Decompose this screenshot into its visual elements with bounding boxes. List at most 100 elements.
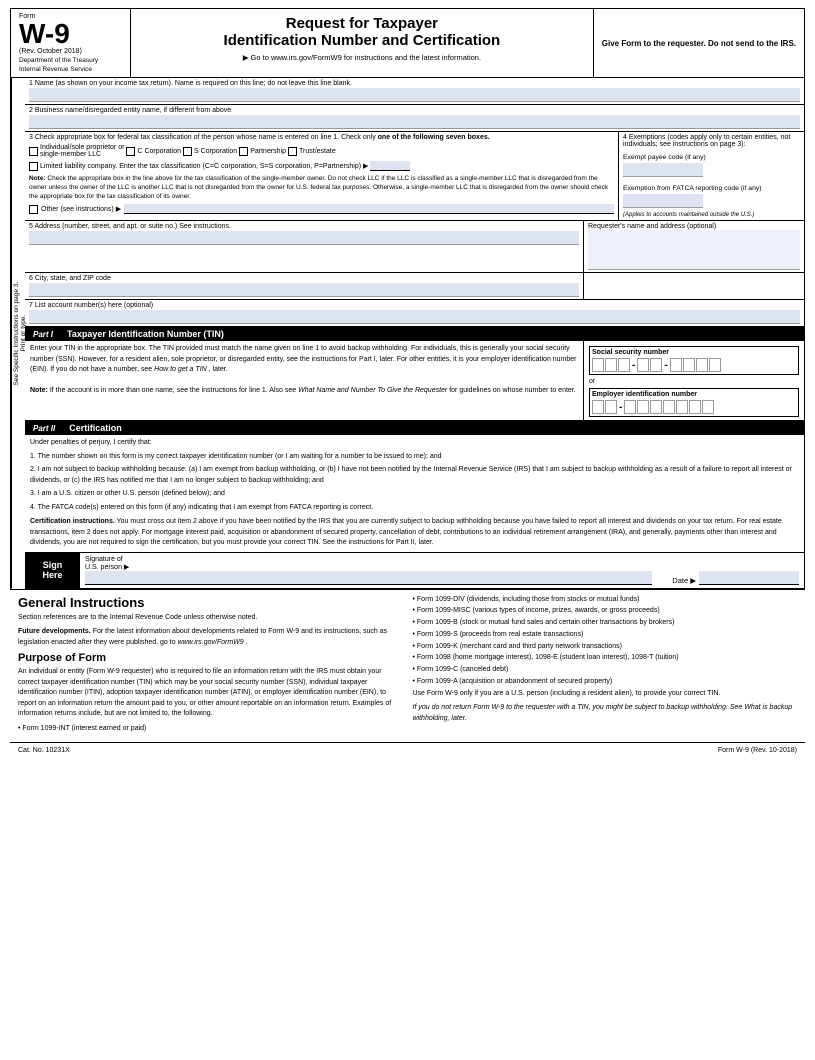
irs-url-line: ▶ Go to www.irs.gov/FormW9 for instructi… <box>141 53 583 62</box>
line6-input[interactable] <box>29 283 579 297</box>
ein-digit-4[interactable] <box>637 400 649 414</box>
date-input[interactable] <box>699 571 799 585</box>
class-ccorp-label: C Corporation <box>137 148 181 155</box>
future-url: www.irs.gov/FormW9 <box>178 639 244 646</box>
cat-num: Cat. No. 10231X <box>18 747 70 754</box>
line1-input[interactable] <box>29 88 800 102</box>
bullet-1099k: • Form 1099-K (merchant card and third p… <box>413 642 798 652</box>
ssn-digit-7[interactable] <box>683 358 695 372</box>
line6-row: 6 City, state, and ZIP code <box>25 273 804 300</box>
bullet-1099s: • Form 1099-S (proceeds from real estate… <box>413 630 798 640</box>
fatca-input[interactable] <box>623 194 703 208</box>
sign-label-1: Sign <box>31 560 74 570</box>
exempt-payee-block: Exempt payee code (if any) <box>623 154 800 177</box>
bullet-1099c: • Form 1099-C (canceled debt) <box>413 665 798 675</box>
sign-here-label: Sign Here <box>25 553 80 588</box>
cert-item-2: 2. I am not subject to backup withholdin… <box>30 465 799 486</box>
bullet-1099b: • Form 1099-B (stock or mutual fund sale… <box>413 618 798 628</box>
tin-body: Enter your TIN in the appropriate box. T… <box>30 345 577 373</box>
ein-sep: - <box>619 402 622 413</box>
line5-input[interactable] <box>29 231 579 245</box>
ein-digit-2[interactable] <box>605 400 617 414</box>
ssn-digit-5[interactable] <box>650 358 662 372</box>
requester-section: Requester's name and address (optional) <box>584 221 804 272</box>
fatca-note: (Applies to accounts maintained outside … <box>623 212 800 218</box>
line6-label: 6 City, state, and ZIP code <box>29 275 579 282</box>
form-id-section: Form W-9 (Rev. October 2018) Department … <box>11 9 131 77</box>
future-end: . <box>246 639 248 646</box>
ein-box: Employer identification number - <box>589 388 799 417</box>
line2-row: 2 Business name/disregarded entity name,… <box>25 105 804 132</box>
cert-item-3: 3. I am a U.S. citizen or other U.S. per… <box>30 489 799 500</box>
ein-inputs: - <box>592 400 796 414</box>
part2-title: Certification <box>69 423 122 433</box>
other-row: Other (see instructions) ▶ <box>29 204 614 214</box>
gen-future: Future developments. For the latest info… <box>18 627 403 648</box>
cert-item-1: 1. The number shown on this form is my c… <box>30 452 799 463</box>
class-trust-label: Trust/estate <box>299 148 336 155</box>
ein-digit-9[interactable] <box>702 400 714 414</box>
purpose-title: Purpose of Form <box>18 652 403 664</box>
date-section: Date ▶ <box>672 571 799 585</box>
ssn-digit-3[interactable] <box>618 358 630 372</box>
checkbox-partnership[interactable] <box>239 147 248 156</box>
line2-input[interactable] <box>29 115 800 129</box>
sig-input[interactable] <box>85 571 652 585</box>
part2-header: Part II Certification <box>25 421 804 435</box>
sign-section: Sign Here Signature of U.S. person ▶ Dat… <box>25 553 804 589</box>
exemptions-section: 4 Exemptions (codes apply only to certai… <box>619 132 804 220</box>
checkbox-individual[interactable] <box>29 147 38 156</box>
exempt-payee-label: Exempt payee code (if any) <box>623 154 706 161</box>
form-number: W-9 <box>19 20 122 48</box>
classification-grid: Individual/sole proprietor orsingle-memb… <box>29 144 614 158</box>
tin-note-label: Note: <box>30 387 48 394</box>
ein-digit-1[interactable] <box>592 400 604 414</box>
tin-body-end: , later. <box>209 366 228 373</box>
ssn-part2 <box>637 358 662 372</box>
llc-input[interactable] <box>370 161 410 171</box>
exempt-payee-input[interactable] <box>623 163 703 177</box>
ssn-label: Social security number <box>592 349 796 356</box>
ein-digit-6[interactable] <box>663 400 675 414</box>
cert-item-4: 4. The FATCA code(s) entered on this for… <box>30 503 799 514</box>
ein-digit-7[interactable] <box>676 400 688 414</box>
other-input[interactable] <box>124 204 614 214</box>
cert-under-text: Under penalties of perjury, I certify th… <box>30 438 799 449</box>
ssn-part1 <box>592 358 630 372</box>
tin-note-end: for guidelines on whose number to enter. <box>449 387 575 394</box>
checkbox-ccorp[interactable] <box>126 147 135 156</box>
fatca-label: Exemption from FATCA reporting code (if … <box>623 185 762 192</box>
line7-input[interactable] <box>29 310 800 324</box>
sign-label-2: Here <box>31 570 74 580</box>
ssn-box: Social security number - <box>589 346 799 375</box>
bullet-1098: • Form 1098 (home mortgage interest), 10… <box>413 653 798 663</box>
ssn-digit-8[interactable] <box>696 358 708 372</box>
sig-label: Signature of U.S. person ▶ <box>85 556 652 571</box>
sidebar-bottom-text: See Specific Instructions on page 3. <box>13 281 20 385</box>
ssn-digit-6[interactable] <box>670 358 682 372</box>
sub-title: Identification Number and Certification <box>141 32 583 49</box>
ein-digit-8[interactable] <box>689 400 701 414</box>
ssn-digit-9[interactable] <box>709 358 721 372</box>
line7-row: 7 List account number(s) here (optional) <box>25 300 804 327</box>
sidebar-instructions: See Specific Instructions on page 3. Pri… <box>11 78 25 589</box>
checkbox-trust[interactable] <box>288 147 297 156</box>
checkbox-llc[interactable] <box>29 162 38 171</box>
form-header: Form W-9 (Rev. October 2018) Department … <box>10 8 805 78</box>
checkbox-scorp[interactable] <box>183 147 192 156</box>
ssn-digit-4[interactable] <box>637 358 649 372</box>
ssn-digit-1[interactable] <box>592 358 604 372</box>
use-w9-text: Use Form W-9 only if you are a U.S. pers… <box>413 689 798 700</box>
requester-input[interactable] <box>588 230 800 270</box>
ein-digit-5[interactable] <box>650 400 662 414</box>
ssn-digit-2[interactable] <box>605 358 617 372</box>
ein-part2 <box>624 400 714 414</box>
gen-title: General Instructions <box>18 595 403 610</box>
line1-label: 1 Name (as shown on your income tax retu… <box>29 80 800 87</box>
ein-digit-3[interactable] <box>624 400 636 414</box>
bullet-1099a: • Form 1099-A (acquisition or abandonmen… <box>413 677 798 687</box>
ssn-sep2: - <box>664 360 667 371</box>
form-title-section: Request for Taxpayer Identification Numb… <box>131 9 594 77</box>
checkbox-other[interactable] <box>29 205 38 214</box>
requester-addr-cont <box>584 273 804 293</box>
